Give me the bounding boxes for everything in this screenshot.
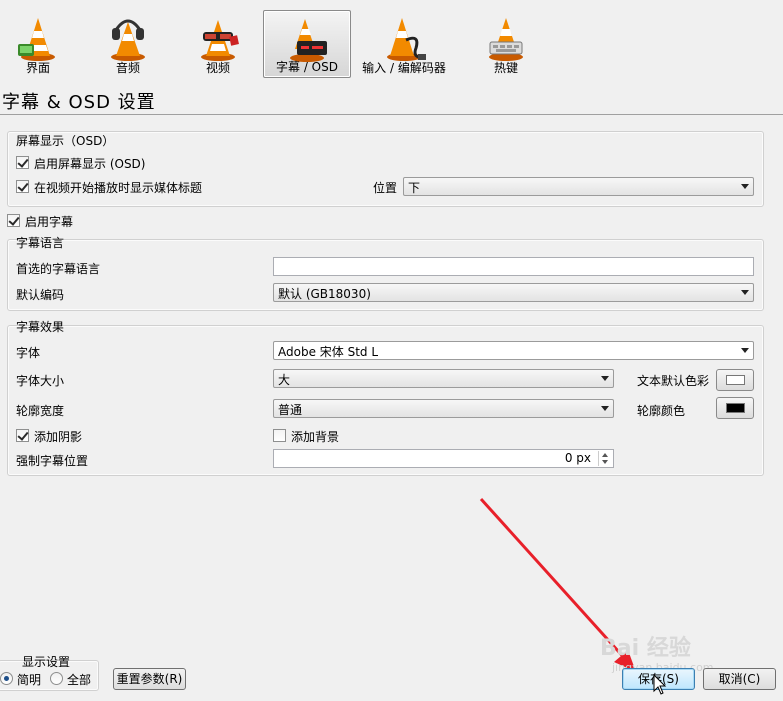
outline-width-label: 轮廓宽度 [16,404,65,418]
tab-subtitles-osd-label: 字幕 / OSD [276,60,338,74]
cancel-button[interactable]: 取消(C) [703,668,776,690]
add-shadow-label: 添加阴影 [34,430,83,444]
spin-up-icon[interactable] [602,453,608,457]
position-select-value: 下 [408,181,421,195]
outline-width-select[interactable]: 普通 [273,399,614,418]
cone-interface-icon [18,18,55,61]
enable-subtitles-label: 启用字幕 [25,215,74,229]
tab-input-codecs-label: 输入 / 编解码器 [362,61,446,75]
tab-video-label: 视频 [205,61,230,75]
mouse-cursor-icon [653,674,667,695]
font-size-select[interactable]: 大 [273,369,614,388]
chevron-down-icon [601,376,609,381]
tab-audio[interactable]: 音频 [94,10,162,78]
add-background-checkbox[interactable] [273,429,286,442]
position-label: 位置 [373,181,398,195]
chevron-down-icon [741,290,749,295]
position-select[interactable]: 下 [403,177,754,196]
tab-subtitles-osd[interactable]: 字幕 / OSD [263,10,351,78]
spin-down-icon[interactable] [602,460,608,464]
category-toolbar: 界面 音频 视频 字幕 / OSD 输入 / 编解码器 热键 [0,0,783,84]
force-position-label: 强制字幕位置 [16,454,89,468]
chevron-down-icon [741,184,749,189]
font-select[interactable]: Adobe 宋体 Std L [273,341,754,360]
display-settings-title: 显示设置 [22,655,71,669]
cone-keyboard-icon [489,18,523,61]
enable-subtitles-checkbox[interactable] [7,214,20,227]
font-size-label: 字体大小 [16,374,65,388]
font-select-value: Adobe 宋体 Std L [278,345,379,359]
watermark: Bai 经验 [600,636,691,661]
font-size-value: 大 [278,373,291,387]
outline-color-button[interactable] [716,397,754,419]
cone-glasses-icon [201,20,239,61]
force-position-value: 0 px [564,451,591,465]
default-encoding-label: 默认编码 [16,288,65,302]
title-divider [0,114,783,115]
add-background-label: 添加背景 [291,430,340,444]
chevron-down-icon [601,406,609,411]
tab-interface-label: 界面 [25,61,50,75]
show-title-checkbox[interactable] [16,180,29,193]
enable-osd-checkbox[interactable] [16,156,29,169]
outline-width-value: 普通 [278,403,303,417]
text-color-label: 文本默认色彩 [637,374,710,388]
default-encoding-value: 默认 (GB18030) [278,287,371,301]
tab-hotkeys-label: 热键 [493,61,518,75]
chevron-down-icon [741,348,749,353]
spin-buttons[interactable] [598,451,612,466]
font-label: 字体 [16,346,41,360]
tab-video[interactable]: 视频 [184,10,252,78]
text-color-button[interactable] [716,369,754,391]
text-color-swatch [726,375,745,385]
reset-button[interactable]: 重置参数(R) [113,668,186,690]
outline-color-swatch [726,403,745,413]
all-radio[interactable] [50,672,63,685]
show-title-label: 在视频开始播放时显示媒体标题 [34,181,203,195]
tab-input-codecs[interactable]: 输入 / 编解码器 [356,10,452,78]
preferred-language-input[interactable] [273,257,754,276]
cone-headphones-icon [111,19,145,61]
outline-color-label: 轮廓颜色 [637,404,686,418]
force-position-spinbox[interactable]: 0 px [273,449,614,468]
subtitle-language-group-title: 字幕语言 [16,236,65,250]
osd-group-title: 屏幕显示（OSD） [16,134,115,148]
tab-interface[interactable]: 界面 [4,10,72,78]
add-shadow-checkbox[interactable] [16,429,29,442]
enable-osd-label: 启用屏幕显示 (OSD) [34,157,146,171]
all-radio-label: 全部 [67,673,92,687]
page-title: 字幕 & OSD 设置 [2,92,156,113]
tab-hotkeys[interactable]: 热键 [472,10,540,78]
simple-radio-label: 简明 [17,673,42,687]
tab-audio-label: 音频 [115,61,140,75]
simple-radio[interactable] [0,672,13,685]
cone-cable-icon [387,18,426,61]
subtitle-effects-group-title: 字幕效果 [16,320,65,334]
preferred-language-label: 首选的字幕语言 [16,262,101,276]
default-encoding-select[interactable]: 默认 (GB18030) [273,283,754,302]
cone-subtitle-icon [290,19,327,62]
